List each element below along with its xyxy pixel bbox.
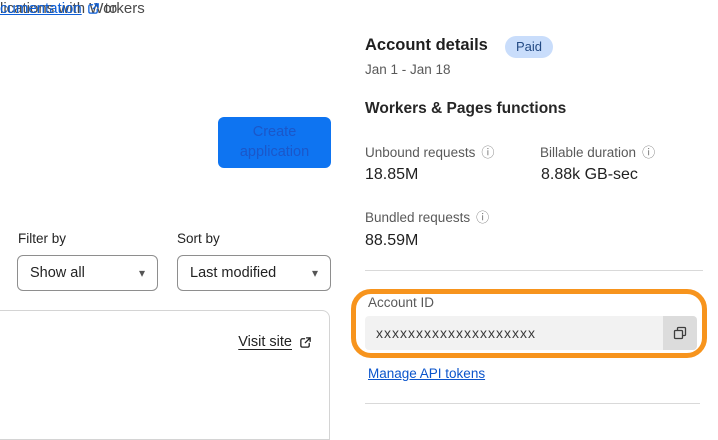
unbound-requests-label: Unbound requests ⓘ	[365, 145, 494, 160]
filter-by-label: Filter by	[18, 231, 67, 246]
create-application-button[interactable]: Create application	[218, 117, 331, 168]
intro-text-line2: cumentation to	[0, 0, 117, 17]
metric-label-text: Bundled requests	[365, 210, 471, 225]
paid-badge: Paid	[505, 36, 554, 58]
metric-label-text: Billable duration	[540, 145, 637, 160]
divider	[365, 403, 700, 404]
unbound-requests-value: 18.85M	[365, 166, 419, 183]
copy-button[interactable]	[663, 316, 697, 350]
account-id-input[interactable]	[365, 316, 663, 350]
date-range: Jan 1 - Jan 18	[365, 62, 451, 77]
divider	[365, 270, 703, 271]
intro-text-suffix: to	[104, 0, 118, 17]
account-id-label: Account ID	[368, 295, 435, 310]
account-details-title: Account details	[365, 36, 488, 54]
chevron-down-icon: ▾	[138, 266, 145, 280]
manage-api-tokens-link[interactable]: Manage API tokens	[368, 366, 485, 381]
billable-duration-value: 8.88k GB-sec	[541, 166, 638, 183]
info-icon[interactable]: ⓘ	[642, 146, 655, 159]
workers-pages-functions-title: Workers & Pages functions	[365, 100, 567, 117]
info-icon[interactable]: ⓘ	[481, 146, 494, 159]
chevron-down-icon: ▾	[311, 266, 318, 280]
filter-dropdown-value: Show all	[30, 265, 85, 281]
project-card: Visit site	[0, 310, 330, 440]
external-link-icon	[87, 2, 100, 15]
external-link-icon	[299, 336, 312, 349]
visit-site-link[interactable]: Visit site	[238, 334, 292, 350]
documentation-link[interactable]: cumentation	[0, 0, 82, 17]
bundled-requests-value: 88.59M	[365, 232, 419, 249]
billable-duration-label: Billable duration ⓘ	[540, 145, 655, 160]
bundled-requests-label: Bundled requests ⓘ	[365, 210, 489, 225]
metric-label-text: Unbound requests	[365, 145, 476, 160]
info-icon[interactable]: ⓘ	[476, 211, 489, 224]
account-id-row	[365, 316, 697, 350]
filter-dropdown[interactable]: Show all ▾	[17, 255, 158, 291]
sort-by-label: Sort by	[177, 231, 220, 246]
sort-dropdown-value: Last modified	[190, 265, 277, 281]
sort-dropdown[interactable]: Last modified ▾	[177, 255, 331, 291]
copy-icon	[672, 325, 688, 341]
